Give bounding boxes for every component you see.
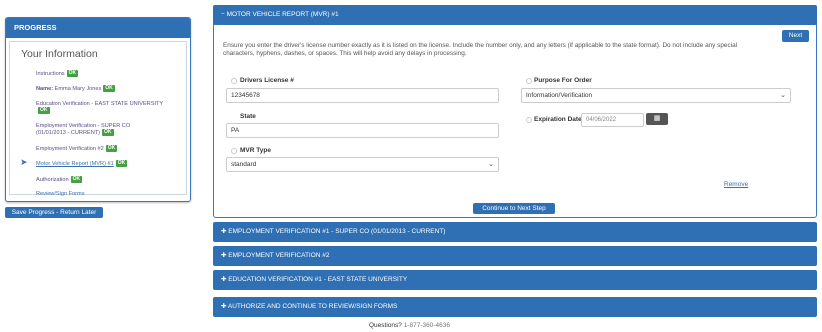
step-label: Authorization (36, 176, 69, 183)
step-employment-verification-2[interactable]: Employment Verification #2 OK (36, 144, 176, 152)
ok-badge: OK (38, 107, 50, 115)
expiration-date-input[interactable]: 04/06/2022 (581, 113, 644, 127)
mvr-section-header[interactable]: − MOTOR VEHICLE REPORT (MVR) #1 (213, 5, 817, 25)
step-label: Employment Verification #2 (36, 145, 104, 152)
ok-badge: OK (102, 129, 114, 137)
purpose-label: Purpose For Order (534, 77, 592, 84)
phone-number: 1-877-360-4636 (401, 322, 450, 329)
section-employment-verification-2[interactable]: ✚ EMPLOYMENT VERIFICATION #2 (213, 246, 817, 266)
mvr-type-select[interactable]: standard ⌄ (226, 157, 499, 172)
expiration-radio[interactable] (526, 117, 532, 123)
mvr-panel: − MOTOR VEHICLE REPORT (MVR) #1 Next Ens… (213, 5, 817, 218)
next-button[interactable]: Next (782, 30, 809, 42)
purpose-value: Information/Verification (526, 92, 593, 99)
license-label: Drivers License # (240, 77, 294, 84)
chevron-down-icon: ⌄ (488, 161, 494, 168)
step-label: Employment Verification - SUPER CO (01/0… (36, 122, 131, 137)
ok-badge: OK (66, 70, 79, 77)
your-information-title: Your Information (21, 48, 98, 60)
current-step-arrow-icon: ➤ (20, 157, 28, 168)
mvr-type-radio[interactable] (231, 148, 237, 154)
step-education-verification[interactable]: Education Verification - EAST STATE UNIV… (36, 101, 176, 115)
mvr-instructions: Ensure you enter the driver's license nu… (223, 42, 738, 57)
state-label: State (240, 113, 256, 120)
chevron-down-icon: ⌄ (780, 92, 786, 99)
ok-badge: OK (105, 144, 118, 152)
step-label: Emma Mary Jones (53, 86, 102, 93)
step-label: Review/Sign Forms (36, 191, 85, 198)
section-employment-verification-1[interactable]: ✚ EMPLOYMENT VERIFICATION #1 - SUPER CO … (213, 222, 817, 242)
ok-badge: OK (70, 175, 83, 183)
step-employment-verification-1[interactable]: Employment Verification - SUPER CO (01/0… (36, 123, 131, 137)
step-name[interactable]: Name: Emma Mary Jones OK (36, 85, 176, 93)
progress-header: PROGRESS (6, 18, 190, 38)
step-label: Education Verification - EAST STATE UNIV… (36, 100, 164, 107)
ok-badge: OK (103, 85, 115, 93)
questions-footer: Questions? 1-877-360-4636 (369, 322, 450, 329)
step-label: Motor Vehicle Report (MVR) #1 (36, 161, 114, 168)
purpose-radio[interactable] (526, 78, 532, 84)
ok-badge: OK (115, 160, 128, 168)
mvr-type-value: standard (231, 161, 257, 168)
section-authorize-review[interactable]: ✚ AUTHORIZE AND CONTINUE TO REVIEW/SIGN … (213, 297, 817, 317)
step-review-sign-forms[interactable]: Review/Sign Forms (36, 191, 176, 198)
save-progress-button[interactable]: Save Progress - Return Later (5, 207, 103, 218)
mvr-type-label: MVR Type (240, 147, 271, 154)
continue-next-step-button[interactable]: Continue to Next Step (473, 203, 555, 214)
step-instructions[interactable]: Instructions OK (36, 70, 176, 77)
questions-label: Questions? (369, 322, 402, 329)
step-mvr-current[interactable]: ➤ Motor Vehicle Report (MVR) #1 OK (20, 158, 176, 168)
remove-link[interactable]: Remove (724, 181, 748, 188)
calendar-icon[interactable]: ▦ (646, 113, 668, 125)
step-label-bold: Name: (36, 86, 54, 93)
step-authorization[interactable]: Authorization OK (36, 175, 176, 183)
section-education-verification-1[interactable]: ✚ EDUCATION VERIFICATION #1 - EAST STATE… (213, 270, 817, 290)
license-radio[interactable] (231, 78, 237, 84)
step-label: Instructions (36, 70, 65, 77)
purpose-select[interactable]: Information/Verification ⌄ (521, 88, 791, 103)
progress-panel: PROGRESS Your Information Instructions OK… (5, 17, 191, 202)
expiration-label: Expiration Date (534, 116, 582, 123)
state-input[interactable]: PA (226, 123, 499, 138)
progress-body: Your Information Instructions OK Name: Em… (9, 41, 187, 198)
license-input[interactable]: 12345678 (226, 88, 499, 103)
